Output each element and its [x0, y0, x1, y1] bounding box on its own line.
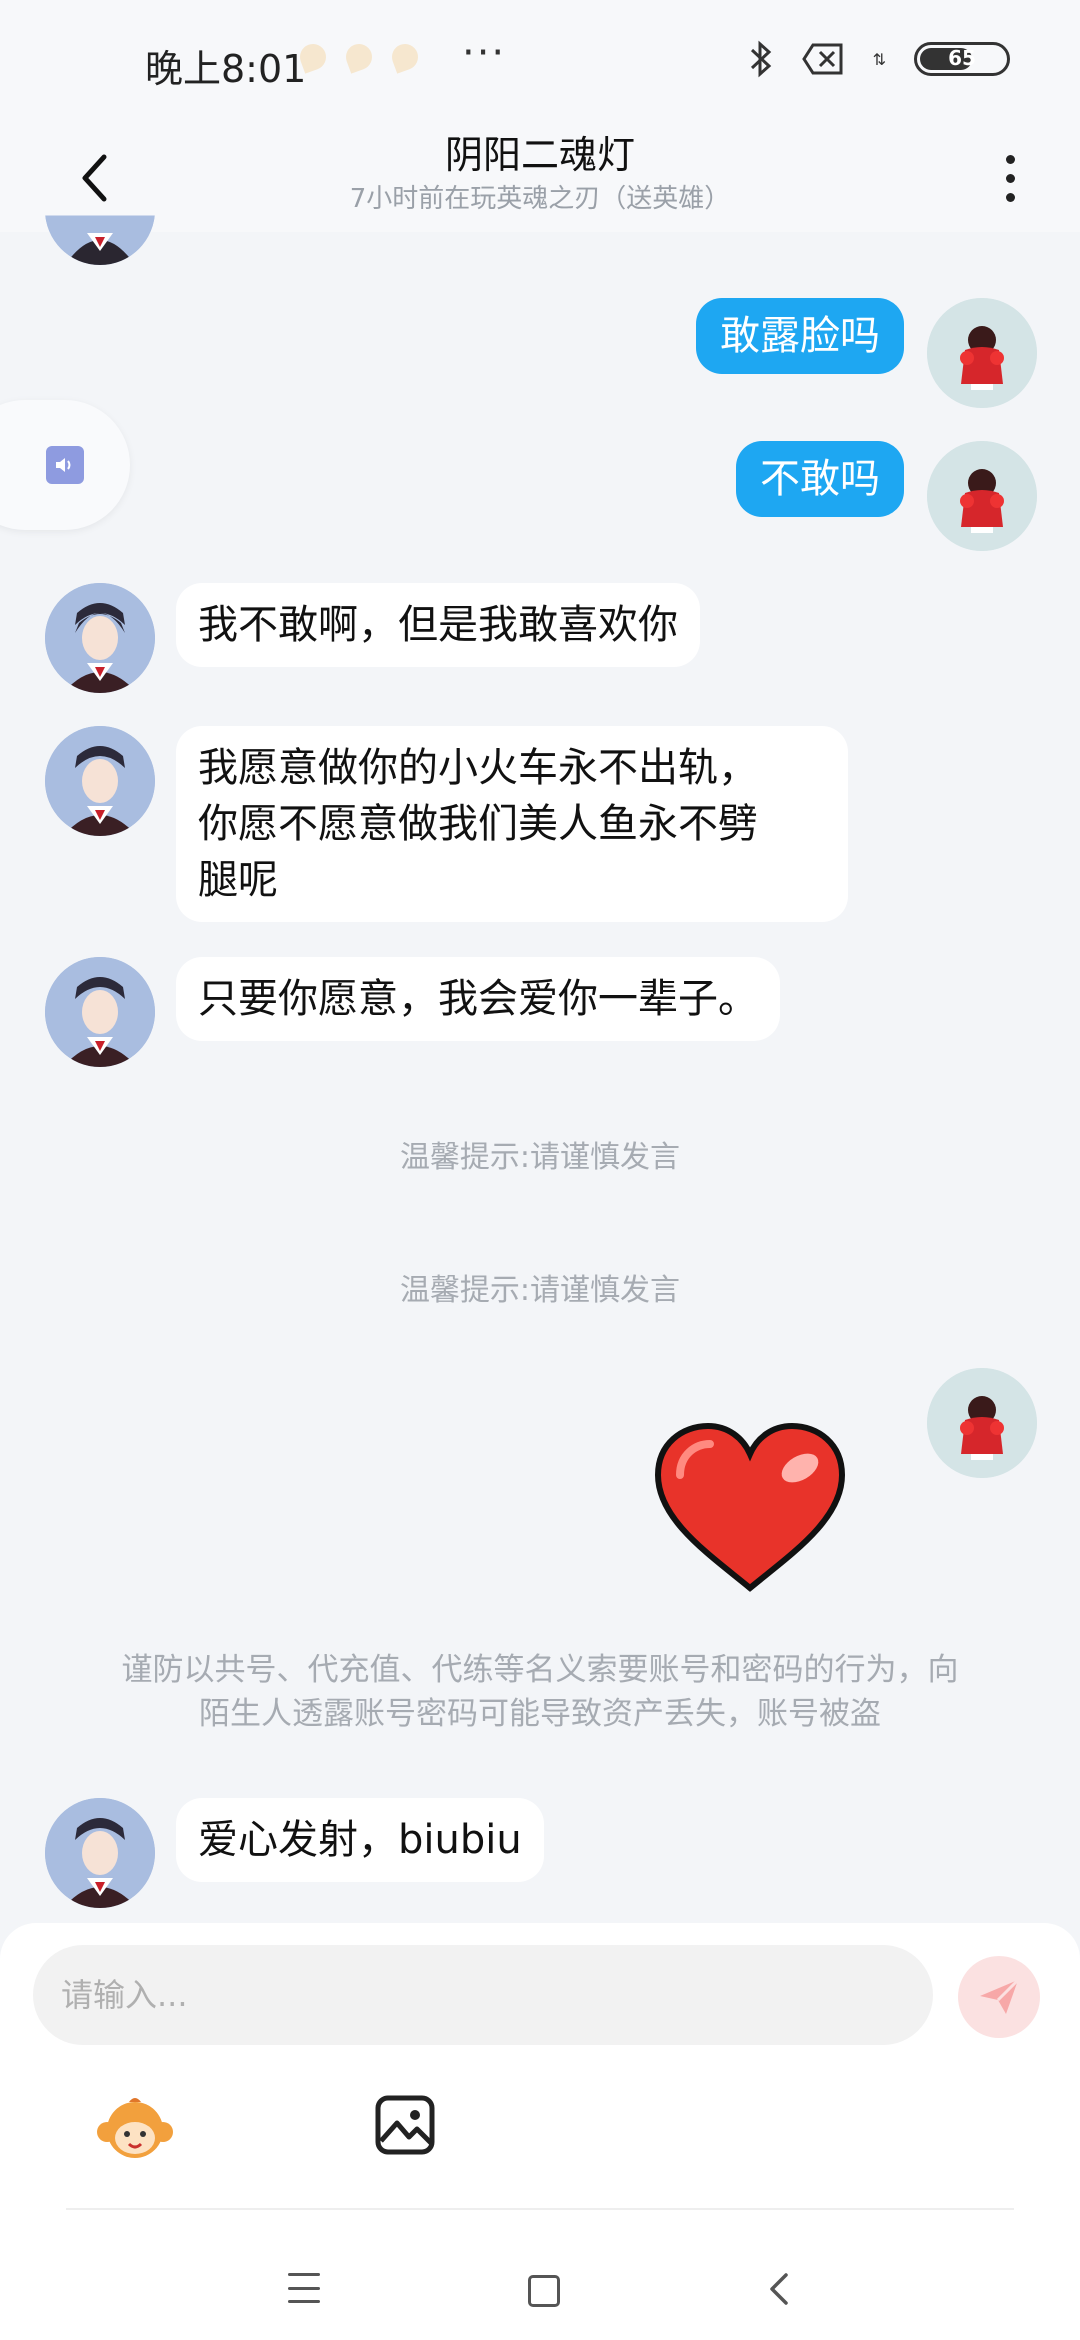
- composer-panel: [0, 1923, 1080, 2340]
- floating-audio-widget[interactable]: [0, 400, 130, 530]
- divider: [66, 2208, 1014, 2210]
- security-warning: 谨防以共号、代充值、代练等名义索要账号和密码的行为，向 陌生人透露账号密码可能导…: [70, 1648, 1010, 1736]
- emoji-button[interactable]: [95, 2088, 175, 2168]
- image-button[interactable]: [373, 2093, 437, 2157]
- notification-icons: [296, 40, 422, 74]
- system-tip: 温馨提示:请谨慎发言: [399, 1273, 681, 1308]
- contact-avatar[interactable]: [45, 1798, 155, 1908]
- message-bubble-other[interactable]: 我不敢啊，但是我敢喜欢你: [176, 583, 700, 667]
- message-line: 你愿不愿意做我们美人鱼永不劈: [198, 801, 758, 847]
- speaker-icon: [46, 446, 84, 484]
- message-input[interactable]: [33, 1945, 933, 2045]
- contact-avatar[interactable]: [45, 957, 155, 1067]
- status-right: ⇅ 65: [749, 40, 1010, 78]
- warning-line: 谨防以共号、代充值、代练等名义索要账号和密码的行为，向: [121, 1652, 959, 1688]
- nav-home-button[interactable]: [528, 2275, 560, 2307]
- self-avatar[interactable]: [927, 441, 1037, 551]
- message-line: 腿呢: [198, 857, 278, 903]
- send-button[interactable]: [958, 1956, 1040, 2038]
- chat-header: 阴阳二魂灯 7小时前在玩英魂之刃（送英雄）: [0, 120, 1080, 232]
- contact-name: 阴阳二魂灯: [444, 133, 635, 177]
- message-bubble-other[interactable]: 只要你愿意，我会爱你一辈子。: [176, 957, 780, 1041]
- nav-back-icon: [770, 2273, 788, 2305]
- status-more-indicator: ···: [462, 30, 507, 76]
- notification-icon: [342, 40, 376, 74]
- monkey-emoji-icon: [97, 2098, 173, 2158]
- bluetooth-icon: [749, 40, 773, 78]
- more-vertical-icon: [1005, 154, 1015, 164]
- more-button[interactable]: [980, 138, 1040, 218]
- self-avatar[interactable]: [927, 298, 1037, 408]
- contact-status: 7小时前在玩英魂之刃（送英雄）: [349, 184, 731, 214]
- network-speed-icon: ⇅: [872, 49, 886, 69]
- nav-recents-button[interactable]: [288, 2273, 320, 2303]
- heart-sticker-icon[interactable]: [650, 1420, 850, 1595]
- status-bar: 晚上8:01 ··· ⇅ 65: [0, 0, 1080, 120]
- contact-avatar[interactable]: [45, 726, 155, 836]
- battery-percent: 65: [948, 46, 976, 70]
- warning-line: 陌生人透露账号密码可能导致资产丢失，账号被盗: [199, 1696, 881, 1732]
- battery-icon: 65: [914, 42, 1010, 76]
- system-tip: 温馨提示:请谨慎发言: [399, 1140, 681, 1175]
- contact-avatar[interactable]: [45, 583, 155, 693]
- notification-icon: [388, 40, 422, 74]
- message-bubble-self[interactable]: 不敢吗: [736, 441, 904, 517]
- no-sim-icon: [801, 42, 845, 76]
- message-line: 我愿意做你的小火车永不出轨，: [198, 745, 758, 791]
- self-avatar[interactable]: [927, 1368, 1037, 1478]
- message-bubble-other[interactable]: 爱心发射，biubiu: [176, 1798, 544, 1882]
- message-bubble-other[interactable]: 我愿意做你的小火车永不出轨， 你愿不愿意做我们美人鱼永不劈 腿呢: [176, 726, 848, 922]
- nav-back-button[interactable]: [764, 2269, 794, 2309]
- notification-icon: [296, 40, 330, 74]
- status-time: 晚上8:01: [145, 47, 307, 91]
- message-bubble-self[interactable]: 敢露脸吗: [696, 298, 904, 374]
- image-icon: [375, 2095, 435, 2155]
- send-icon: [980, 1978, 1020, 2014]
